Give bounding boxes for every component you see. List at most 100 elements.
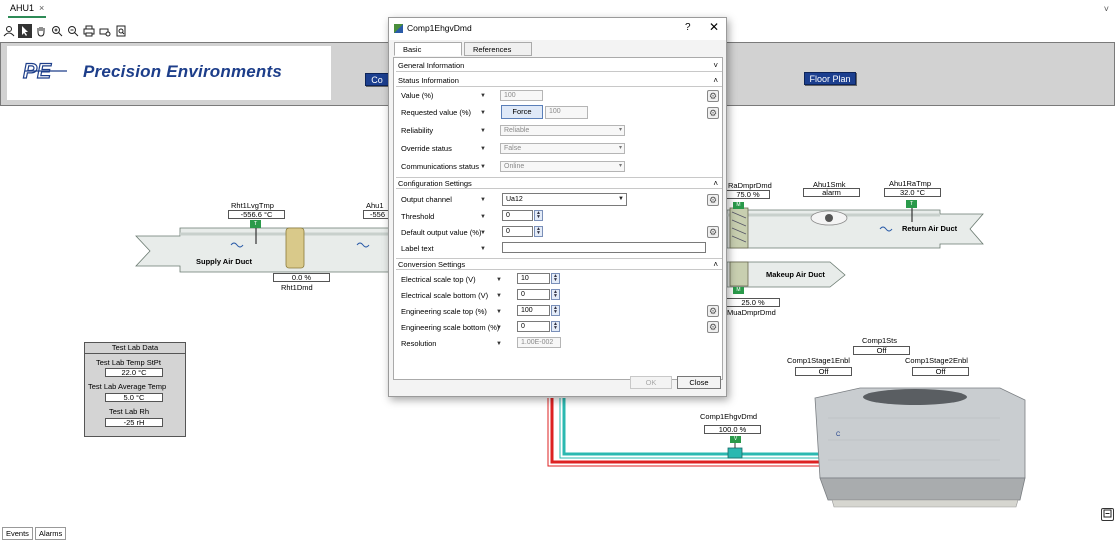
makeup-damper xyxy=(729,261,749,287)
section-general-information[interactable]: General Information ˅ xyxy=(396,60,722,72)
comp1sts-label: Comp1Sts xyxy=(862,336,898,345)
eng-scale-bottom-input[interactable]: 0 xyxy=(517,321,550,332)
chevron-down-icon: ▾ xyxy=(618,163,622,169)
override-menu-arrow-icon[interactable]: ▼ xyxy=(480,146,486,152)
chevron-up-icon[interactable]: ˄ xyxy=(713,178,718,189)
rht1dmd-value[interactable]: 0.0 % xyxy=(273,273,330,282)
rht1dmd-label: Rht1Dmd xyxy=(281,283,313,292)
tab-events[interactable]: Events xyxy=(2,527,33,540)
default-output-menu-arrow-icon[interactable]: ▼ xyxy=(480,230,486,236)
test-lab-rh-value[interactable]: -25 rH xyxy=(105,418,163,427)
requested-menu-arrow-icon[interactable]: ▼ xyxy=(480,110,486,116)
test-lab-panel: Test Lab Data Test Lab Temp StPt 22.0 °C… xyxy=(84,342,186,437)
section-configuration-settings[interactable]: Configuration Settings ˄ xyxy=(396,177,722,189)
muadmprdmd-value[interactable]: 25.0 % xyxy=(727,298,780,307)
app-icon xyxy=(394,24,403,33)
output-channel-value: Ua12 xyxy=(506,196,523,203)
tab-basic[interactable]: Basic xyxy=(394,42,462,56)
eng-scale-top-stepper[interactable]: ▲ ▼ xyxy=(551,305,560,316)
tab-alarms[interactable]: Alarms xyxy=(34,527,67,540)
section-status-information[interactable]: Status Information ˄ xyxy=(396,75,722,87)
threshold-label: Threshold xyxy=(401,212,435,221)
test-lab-avg-temp-label: Test Lab Average Temp xyxy=(88,382,167,391)
communications-status-select: Online ▾ xyxy=(500,161,625,172)
ahu1-value[interactable]: -556 xyxy=(363,210,391,219)
threshold-stepper[interactable]: ▲ ▼ xyxy=(534,210,543,221)
comp1stage1enbl-value[interactable]: Off xyxy=(795,367,852,376)
default-output-input[interactable]: 0 xyxy=(502,226,533,237)
close-button[interactable]: Close xyxy=(677,376,721,389)
valve-tag: V xyxy=(730,436,741,443)
elec-bottom-menu-arrow-icon[interactable]: ▼ xyxy=(496,293,502,299)
test-lab-rh-label: Test Lab Rh xyxy=(109,407,150,416)
close-icon[interactable]: ✕ xyxy=(709,20,719,34)
elec-scale-bottom-input[interactable]: 0 xyxy=(517,289,550,300)
eng-bottom-menu-arrow-icon[interactable]: ▼ xyxy=(496,325,502,331)
section-conversion-settings[interactable]: Conversion Settings ˄ xyxy=(396,258,722,270)
comm-menu-arrow-icon[interactable]: ▼ xyxy=(480,164,486,170)
comp1stage2enbl-value[interactable]: Off xyxy=(912,367,969,376)
chevron-up-icon[interactable]: ˄ xyxy=(713,75,718,86)
default-output-stepper[interactable]: ▲ ▼ xyxy=(534,226,543,237)
radmprdmd-value[interactable]: 75.0 % xyxy=(727,190,770,199)
section-general-label: General Information xyxy=(398,61,465,70)
return-temp-sensor-tag: T xyxy=(906,200,917,208)
makeup-damper-tag: M xyxy=(733,287,744,294)
elec-scale-top-label: Electrical scale top (V) xyxy=(401,275,476,284)
ok-button[interactable]: OK xyxy=(630,376,672,389)
test-lab-avg-temp-value[interactable]: 5.0 °C xyxy=(105,393,163,402)
elec-scale-top-stepper[interactable]: ▲ ▼ xyxy=(551,273,560,284)
rht1lvgtmp-value[interactable]: -556.6 °C xyxy=(228,210,285,219)
radmprdmd-label: RaDmprDmd xyxy=(728,181,772,190)
test-lab-temp-stpt-label: Test Lab Temp StPt xyxy=(96,358,161,367)
gear-icon[interactable]: ⚙ xyxy=(707,194,719,206)
hot-gas-valve xyxy=(727,447,743,459)
comp1sts-value[interactable]: Off xyxy=(853,346,910,355)
eng-scale-bottom-stepper[interactable]: ▲ ▼ xyxy=(551,321,560,332)
elec-scale-bottom-label: Electrical scale bottom (V) xyxy=(401,291,489,300)
tab-references[interactable]: References xyxy=(464,42,532,56)
section-config-label: Configuration Settings xyxy=(398,179,472,188)
test-lab-temp-stpt-value[interactable]: 22.0 °C xyxy=(105,368,163,377)
gear-icon[interactable]: ⚙ xyxy=(707,107,719,119)
value-label: Value (%) xyxy=(401,91,434,100)
gear-icon[interactable]: ⚙ xyxy=(707,321,719,333)
requested-value-label: Requested value (%) xyxy=(401,108,472,117)
help-icon[interactable]: ? xyxy=(685,22,691,33)
threshold-menu-arrow-icon[interactable]: ▼ xyxy=(480,214,486,220)
reliability-menu-arrow-icon[interactable]: ▼ xyxy=(480,128,486,134)
eng-scale-top-input[interactable]: 100 xyxy=(517,305,550,316)
dialog-title: Comp1EhgvDmd xyxy=(407,23,472,33)
chevron-up-icon[interactable]: ˄ xyxy=(713,259,718,270)
ahu1ratmp-value[interactable]: 32.0 °C xyxy=(884,188,941,197)
chevron-down-icon[interactable]: ˅ xyxy=(713,60,718,71)
elec-top-menu-arrow-icon[interactable]: ▼ xyxy=(496,277,502,283)
force-button[interactable]: Force xyxy=(501,105,543,119)
rht1lvgtmp-label: Rht1LvgTmp xyxy=(231,201,274,210)
override-status-select: False ▾ xyxy=(500,143,625,154)
gear-icon[interactable]: ⚙ xyxy=(707,305,719,317)
eng-top-menu-arrow-icon[interactable]: ▼ xyxy=(496,309,502,315)
collapse-panel-icon[interactable] xyxy=(1101,508,1114,521)
dialog-content: General Information ˅ Status Information… xyxy=(393,57,723,380)
comp1stage2enbl-label: Comp1Stage2Enbl xyxy=(905,356,968,365)
value-menu-arrow-icon[interactable]: ▼ xyxy=(480,93,486,99)
test-lab-title: Test Lab Data xyxy=(85,343,185,354)
gear-icon[interactable]: ⚙ xyxy=(707,226,719,238)
ahu1-label: Ahu1 xyxy=(366,201,384,210)
threshold-input[interactable]: 0 xyxy=(502,210,533,221)
comp1ehgvdmd-value[interactable]: 100.0 % xyxy=(704,425,761,434)
elec-scale-top-input[interactable]: 10 xyxy=(517,273,550,284)
label-text-menu-arrow-icon[interactable]: ▼ xyxy=(480,246,486,252)
output-channel-menu-arrow-icon[interactable]: ▼ xyxy=(480,197,486,203)
gear-icon[interactable]: ⚙ xyxy=(707,90,719,102)
temp-sensor-tag: T xyxy=(250,220,261,228)
resolution-menu-arrow-icon[interactable]: ▼ xyxy=(496,341,502,347)
supply-air-duct-label: Supply Air Duct xyxy=(196,257,252,266)
label-text-input[interactable] xyxy=(502,242,706,253)
output-channel-select[interactable]: Ua12 ▼ xyxy=(502,193,627,206)
eng-scale-bottom-label: Engineering scale bottom (%) xyxy=(401,323,500,332)
ahu1smk-value[interactable]: alarm xyxy=(803,188,860,197)
elec-scale-bottom-stepper[interactable]: ▲ ▼ xyxy=(551,289,560,300)
reliability-value: Reliable xyxy=(504,127,530,134)
